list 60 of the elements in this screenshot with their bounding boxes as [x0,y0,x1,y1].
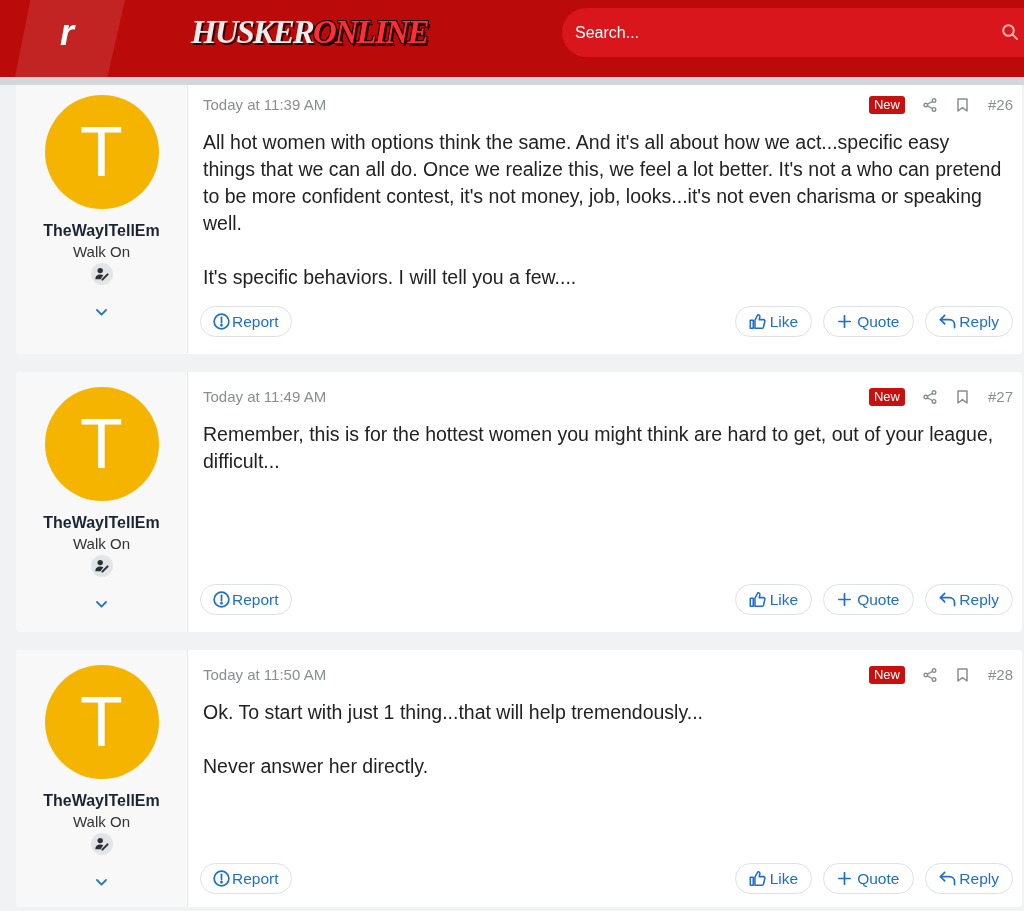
post-number-link[interactable]: #27 [987,385,1013,409]
alert-circle-icon [213,870,230,887]
reply-button[interactable]: Reply [925,306,1013,337]
share-icon[interactable] [922,98,937,112]
report-button[interactable]: Report [200,306,292,337]
member-badge-icon [90,555,113,577]
alert-circle-icon [213,313,230,330]
post-time[interactable]: Today at 11:49 AM [203,385,327,409]
thumbs-up-icon [748,313,766,330]
reply-button[interactable]: Reply [925,584,1013,615]
post-time[interactable]: Today at 11:39 AM [203,93,327,117]
quote-button[interactable]: Quote [823,863,915,894]
member-badge-icon [90,263,113,285]
post-text: All hot women with options think the same. And it's all about how we act...specific easy things that we can all do. Once we realize this, we feel a lot better. It's not a who can pretend to be more confident contest, it's not money, job, looks...it's not even charisma or speaking well. [203,130,1003,236]
new-badge: New [868,666,905,684]
bookmark-icon[interactable] [956,390,968,404]
bookmark-icon[interactable] [956,98,968,112]
reply-arrow-icon [939,314,957,329]
post-number-link[interactable]: #28 [987,663,1013,687]
chevron-down-icon[interactable] [96,601,107,608]
share-icon[interactable] [922,668,937,682]
plus-icon [838,593,852,606]
post-number-link[interactable]: #26 [987,93,1013,117]
chevron-down-icon[interactable] [96,309,107,316]
reply-arrow-icon [939,871,957,886]
post-text: Remember, this is for the hottest women you might think are hard to get, out of your league, difficult... [203,422,995,474]
like-button[interactable]: Like [734,306,813,337]
thumbs-up-icon [748,591,766,608]
reply-arrow-icon [939,592,957,607]
new-badge: New [868,96,905,114]
post-text: It's specific behaviors. I will tell you a few.... [203,265,578,290]
username-link[interactable]: TheWayITellEm [43,791,160,811]
search-icon[interactable] [1002,24,1018,40]
plus-icon [838,872,852,885]
new-badge: New [868,388,905,406]
user-title: Walk On [73,534,130,554]
thumbs-up-icon [748,870,766,887]
chevron-down-icon[interactable] [96,879,107,886]
post-text: Never answer her directly. [203,754,430,779]
share-icon[interactable] [922,390,937,404]
post-time[interactable]: Today at 11:50 AM [203,663,327,687]
brand-logo-link[interactable]: r [15,0,125,77]
reply-button[interactable]: Reply [925,863,1013,894]
like-button[interactable]: Like [734,584,813,615]
plus-icon [838,315,852,328]
quote-button[interactable]: Quote [823,306,915,337]
user-title: Walk On [73,242,130,262]
username-link[interactable]: TheWayITellEm [43,513,160,533]
report-button[interactable]: Report [200,584,292,615]
post-text: Ok. To start with just 1 thing...that will help tremendously... [203,700,704,725]
site-logo[interactable]: HUSKERONLINE [191,16,428,49]
search-field[interactable]: Search... [562,8,1024,57]
report-button[interactable]: Report [200,863,292,894]
bookmark-icon[interactable] [956,668,968,682]
member-badge-icon [90,833,113,855]
like-button[interactable]: Like [734,863,813,894]
username-link[interactable]: TheWayITellEm [43,221,160,241]
user-title: Walk On [73,812,130,832]
quote-button[interactable]: Quote [823,584,915,615]
alert-circle-icon [213,591,230,608]
